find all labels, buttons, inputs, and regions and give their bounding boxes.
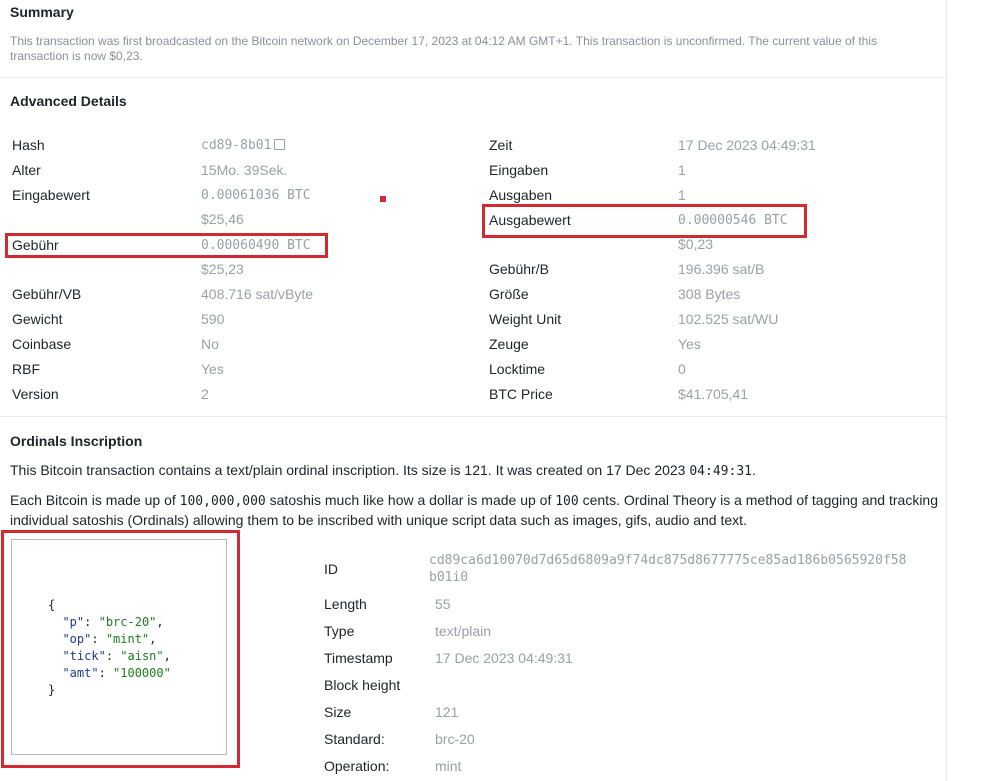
timestamp-value: 17 Dec 2023 04:49:31 (435, 650, 573, 666)
hash-text: cd89-8b01 (201, 138, 272, 153)
coinbase-value: No (201, 336, 219, 352)
eingabewert-usd: $25,46 (201, 211, 244, 227)
ausgaben-value: 1 (678, 187, 686, 203)
divider (0, 77, 946, 78)
operation-value: mint (435, 758, 462, 774)
gewicht-value: 590 (201, 311, 225, 327)
btc-price-label: BTC Price (489, 386, 553, 402)
gebuehr-b-value: 196.396 sat/B (678, 261, 765, 277)
highlight-inscription (1, 530, 240, 768)
zeit-value: 17 Dec 2023 04:49:31 (678, 137, 816, 153)
weight-unit-value: 102.525 sat/WU (678, 311, 779, 327)
rbf-label: RBF (12, 361, 40, 377)
groesse-value: 308 Bytes (678, 286, 741, 302)
block-height-label: Block height (324, 677, 401, 693)
eingaben-value: 1 (678, 162, 686, 178)
gebuehr-vb-label: Gebühr/VB (12, 286, 82, 302)
length-value: 55 (435, 596, 451, 612)
alter-label: Alter (12, 162, 41, 178)
operation-label: Operation: (324, 758, 390, 774)
highlight-gebuehr (5, 233, 328, 258)
type-label: Type (324, 623, 355, 639)
locktime-label: Locktime (489, 361, 546, 377)
ausgabewert-usd: $0,23 (678, 236, 714, 252)
standard-value: brc-20 (435, 731, 475, 747)
ordinals-title: Ordinals Inscription (10, 433, 143, 449)
advanced-details-title: Advanced Details (10, 93, 127, 109)
gewicht-label: Gewicht (12, 311, 63, 327)
eingabewert-btc: 0.00061036 BTC (201, 188, 311, 203)
version-value: 2 (201, 386, 209, 402)
hash-value[interactable]: cd89-8b01 (201, 138, 286, 153)
standard-label: Standard: (324, 731, 385, 747)
eingaben-label: Eingaben (489, 162, 549, 178)
btc-price-value: $41.705,41 (678, 386, 749, 402)
version-label: Version (12, 386, 59, 402)
size-value: 121 (435, 704, 459, 720)
gebuehr-usd: $25,23 (201, 261, 244, 277)
length-label: Length (324, 596, 367, 612)
type-value: text/plain (435, 623, 492, 639)
groesse-label: Größe (489, 286, 529, 302)
summary-title: Summary (10, 4, 74, 20)
divider (0, 416, 946, 417)
annotation-dot (380, 196, 386, 202)
ordinals-theory: Each Bitcoin is made up of 100,000,000 s… (10, 492, 938, 528)
alter-value: 15Mo. 39Sek. (201, 162, 288, 178)
size-label: Size (324, 704, 352, 720)
zeit-label: Zeit (489, 137, 513, 153)
id-value: cd89ca6d10070d7d65d6809a9f74dc875d867777… (429, 553, 907, 585)
summary-text: This transaction was first broadcasted o… (10, 34, 877, 63)
gebuehr-b-label: Gebühr/B (489, 261, 549, 277)
id-label: ID (324, 561, 338, 577)
ordinals-intro: This Bitcoin transaction contains a text… (10, 462, 756, 479)
highlight-ausgabewert (482, 204, 807, 238)
gebuehr-vb-value: 408.716 sat/vByte (201, 286, 314, 302)
rbf-value: Yes (201, 361, 224, 377)
coinbase-label: Coinbase (12, 336, 72, 352)
ausgaben-label: Ausgaben (489, 187, 553, 203)
weight-unit-label: Weight Unit (489, 311, 562, 327)
zeuge-value: Yes (678, 336, 701, 352)
eingabewert-label: Eingabewert (12, 187, 90, 203)
hash-label: Hash (12, 137, 45, 153)
timestamp-label: Timestamp (324, 650, 393, 666)
copy-icon[interactable] (274, 139, 286, 150)
zeuge-label: Zeuge (489, 336, 529, 352)
locktime-value: 0 (678, 361, 686, 377)
